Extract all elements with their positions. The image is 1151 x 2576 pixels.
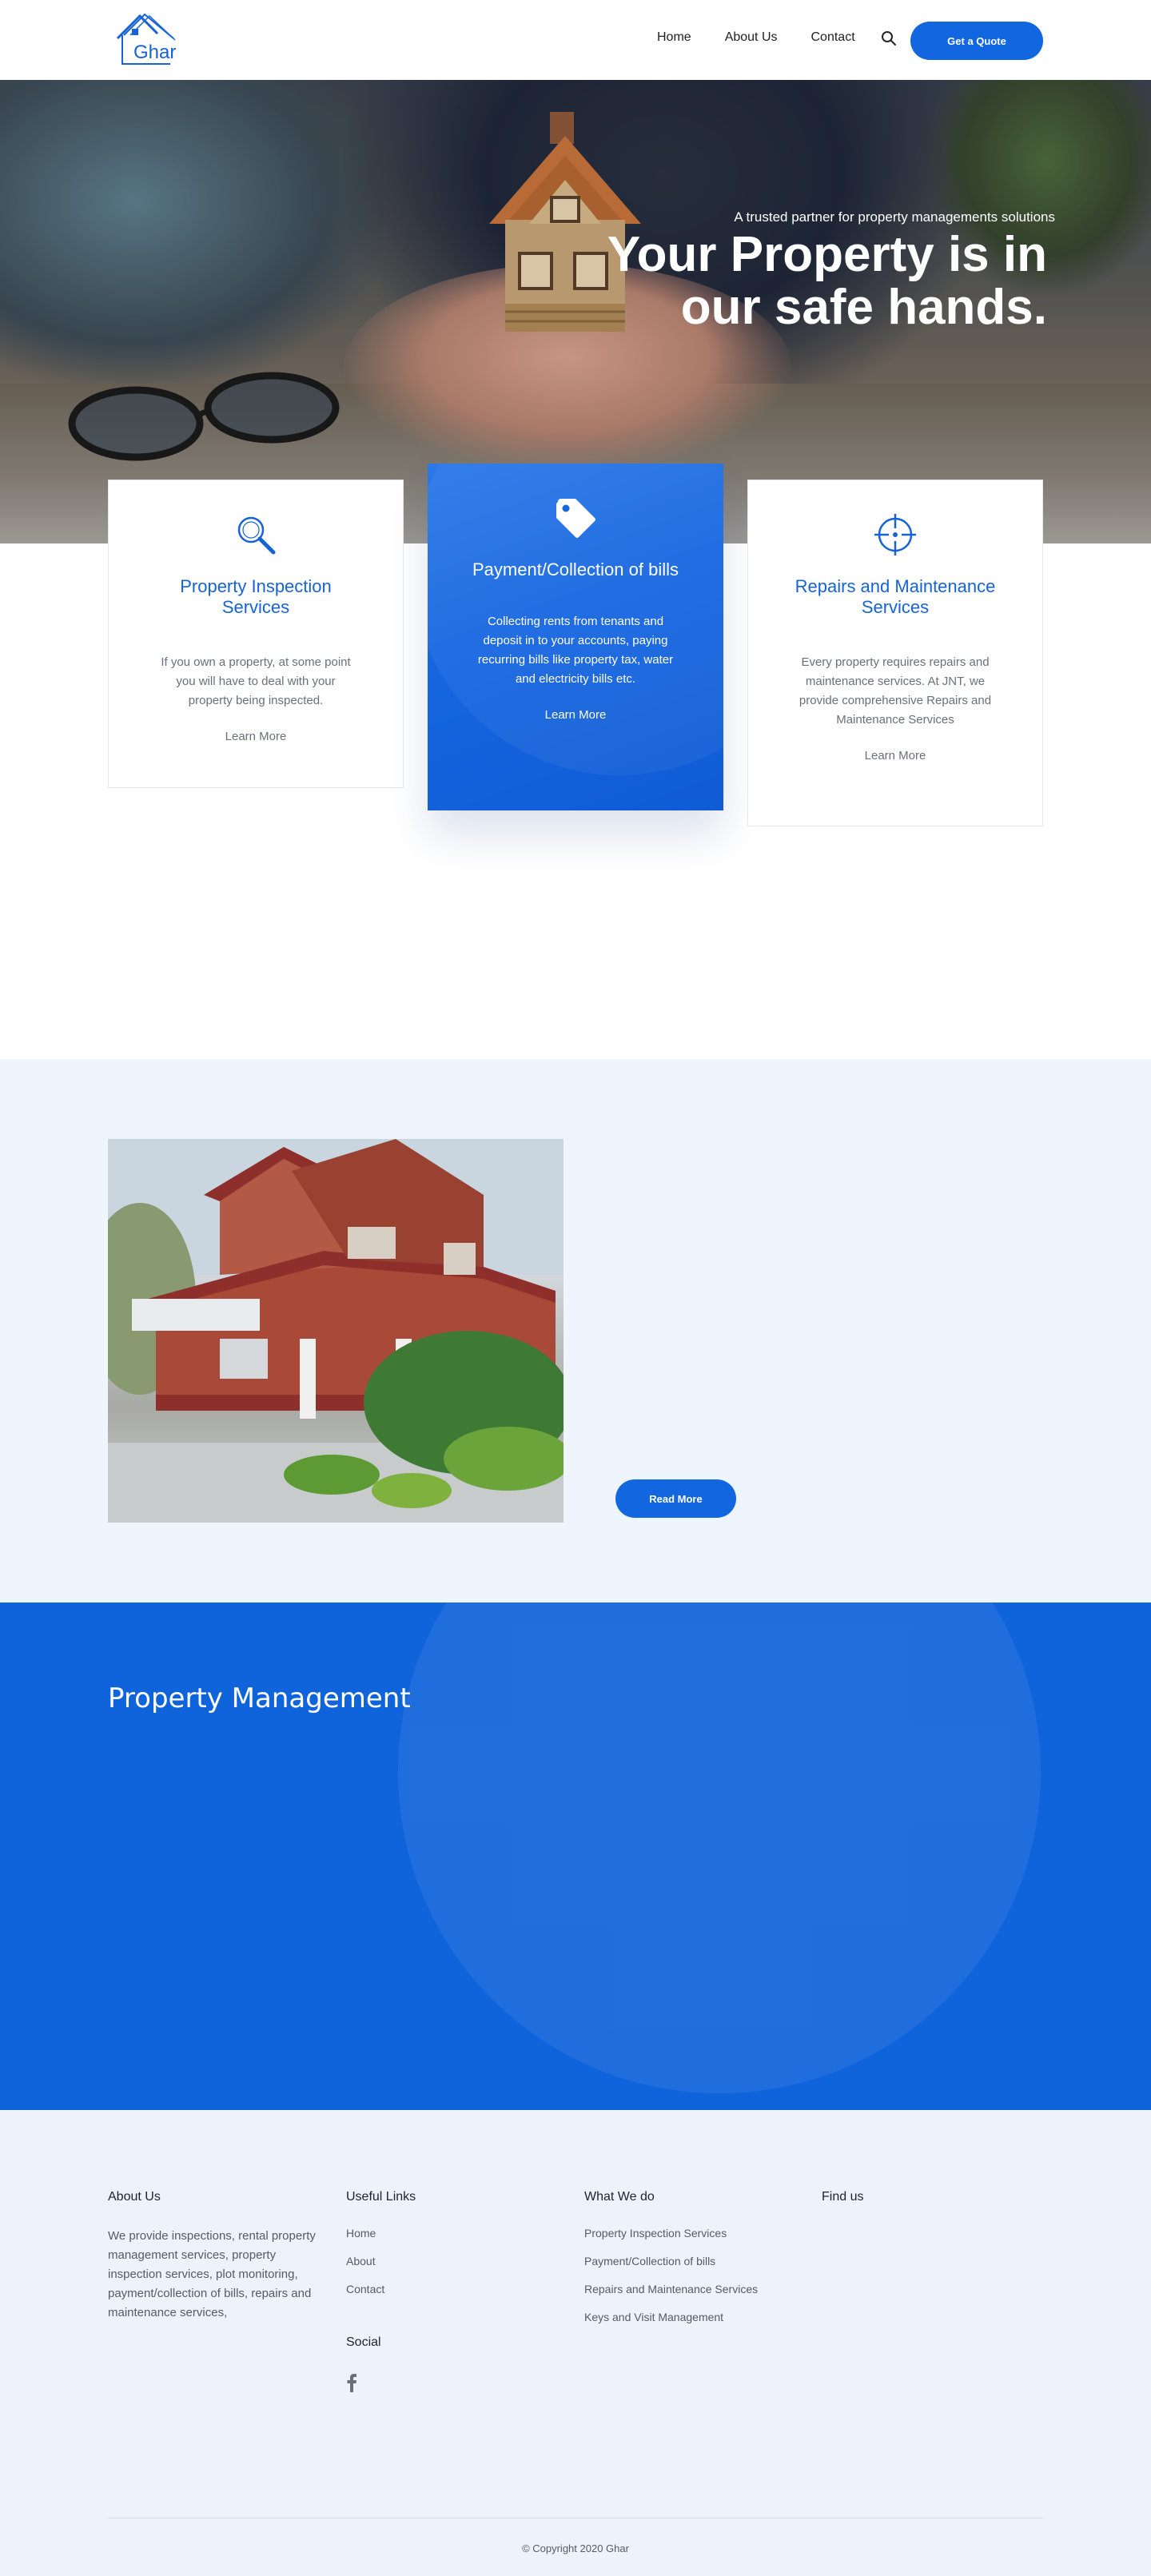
footer-heading: What We do [584, 2190, 655, 2204]
brick-house-photo [108, 1139, 564, 1523]
footer-about-text: We provide inspections, rental property … [108, 2229, 316, 2319]
service-title: Property Inspection Services [180, 576, 332, 617]
read-more-button[interactable]: Read More [615, 1479, 736, 1518]
service-card-repairs: Repairs and Maintenance Services Every p… [747, 480, 1043, 826]
footer-heading: Useful Links [346, 2190, 416, 2204]
decorative-circle [398, 1603, 1041, 2093]
logo-text: Ghar [133, 42, 177, 63]
get-a-quote-button[interactable]: Get a Quote [910, 22, 1043, 60]
footer-links-column: Useful Links Home About Contact [346, 2190, 538, 2311]
service-description: If you own a property, at some point you… [161, 655, 351, 707]
footer-services-column: What We do Property Inspection Services … [584, 2190, 808, 2339]
nav-home[interactable]: Home [657, 30, 691, 45]
crosshair-icon [874, 514, 916, 555]
service-description: Collecting rents from tenants and deposi… [477, 615, 674, 686]
property-management-section: Property Management [0, 1603, 1151, 2110]
ghar-logo[interactable]: Ghar [113, 11, 180, 69]
magnifier-icon [237, 516, 276, 555]
footer-services-list: Property Inspection Services Payment/Col… [584, 2227, 808, 2323]
footer-heading: About Us [108, 2190, 161, 2204]
search-icon[interactable] [881, 30, 897, 48]
service-title: Payment/Collection of bills [472, 559, 679, 579]
service-title: Repairs and Maintenance Services [795, 576, 996, 617]
site-header: Ghar Home About Us Contact Get a Quote [0, 0, 1151, 80]
copyright-text: © Copyright 2020 Ghar [522, 2542, 629, 2554]
tag-icon [556, 499, 595, 538]
footer-links-list: Home About Contact [346, 2227, 538, 2295]
site-footer: About Us We provide inspections, rental … [0, 2110, 1151, 2576]
footer-link-about[interactable]: About [346, 2255, 538, 2267]
footer-service-link[interactable]: Keys and Visit Management [584, 2311, 808, 2323]
service-description: Every property requires repairs and main… [799, 655, 992, 727]
footer-find-column: Find us [822, 2190, 982, 2204]
section-title: Property Management [108, 1682, 411, 1714]
service-card-inspection: Property Inspection Services If you own … [108, 480, 404, 788]
footer-service-link[interactable]: Payment/Collection of bills [584, 2255, 808, 2267]
about-section: Read More [0, 1059, 1151, 1603]
learn-more-link[interactable]: Learn More [428, 708, 723, 722]
facebook-icon[interactable] [346, 2373, 357, 2392]
main-nav: Home About Us Contact [657, 30, 855, 45]
footer-heading: Find us [822, 2190, 864, 2204]
footer-service-link[interactable]: Repairs and Maintenance Services [584, 2283, 808, 2295]
learn-more-link[interactable]: Learn More [748, 749, 1042, 762]
footer-service-link[interactable]: Property Inspection Services [584, 2227, 808, 2240]
footer-about-column: About Us We provide inspections, rental … [108, 2190, 324, 2323]
learn-more-link[interactable]: Learn More [109, 730, 403, 743]
hero-title: Your Property is in our safe hands. [607, 227, 1047, 335]
footer-link-home[interactable]: Home [346, 2227, 538, 2240]
hero-subtitle: A trusted partner for property managemen… [734, 209, 1055, 225]
nav-contact[interactable]: Contact [811, 30, 855, 45]
footer-heading: Social [346, 2335, 381, 2349]
nav-about-us[interactable]: About Us [725, 30, 778, 45]
service-card-payment: Payment/Collection of bills Collecting r… [428, 464, 723, 810]
footer-link-contact[interactable]: Contact [346, 2283, 538, 2295]
